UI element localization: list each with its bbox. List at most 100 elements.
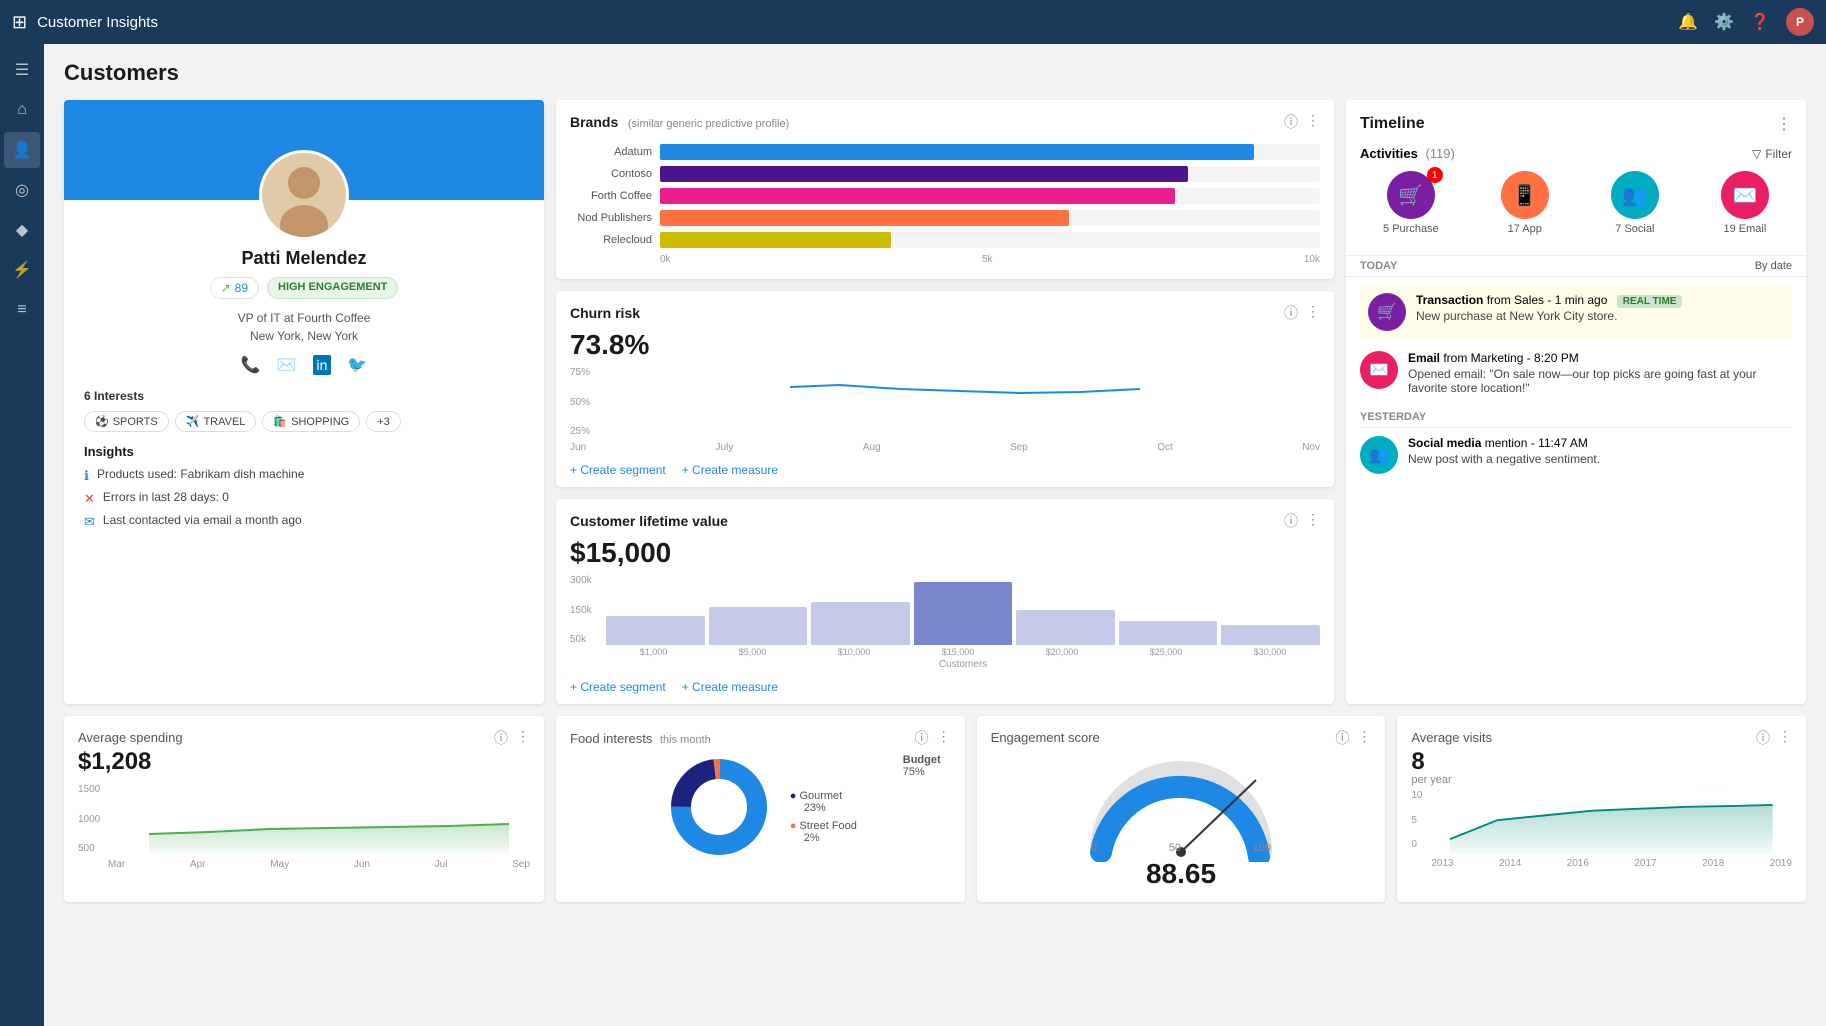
engagement-score-card: Engagement score ⓘ ⋮ — [977, 716, 1386, 902]
brands-info-icon[interactable]: ⓘ — [1284, 112, 1298, 132]
error-icon: ✕ — [84, 491, 95, 507]
interest-travel[interactable]: ✈️ TRAVEL — [175, 411, 257, 432]
bar-adatum: Adatum — [570, 144, 1320, 160]
profile-subtitle: VP of IT at Fourth Coffee New York, New … — [84, 309, 524, 345]
avg-spending-info[interactable]: ⓘ — [494, 728, 508, 748]
food-info[interactable]: ⓘ — [915, 728, 929, 748]
clv-create-segment[interactable]: + Create segment — [570, 680, 666, 694]
clv-value: $15,000 — [556, 537, 1334, 575]
bell-icon[interactable]: 🔔 — [1678, 12, 1698, 32]
sidebar-item-customers[interactable]: 👤 — [4, 132, 40, 168]
sidebar-item-intelligence[interactable]: ⚡ — [4, 252, 40, 288]
avg-spending-header: Average spending ⓘ ⋮ — [78, 728, 530, 748]
profile-content: Patti Melendez ↗ 89 HIGH ENGAGEMENT VP o… — [64, 150, 544, 552]
churn-card: Churn risk ⓘ ⋮ 73.8% 75% 50% 25% — [556, 291, 1334, 487]
sidebar-item-measures[interactable]: ◆ — [4, 212, 40, 248]
clv-y-axis: 300k 150k 50k — [570, 575, 592, 645]
avg-spending-more[interactable]: ⋮ — [516, 728, 530, 748]
churn-value: 73.8% — [556, 329, 1334, 367]
interest-more[interactable]: +3 — [366, 411, 401, 432]
clv-bar-4 — [914, 582, 1013, 645]
brands-more-icon[interactable]: ⋮ — [1306, 112, 1320, 132]
linkedin-icon[interactable]: in — [313, 355, 332, 375]
clv-bar-6 — [1119, 621, 1218, 646]
gauge-wrap: 0 50 100 88.65 — [991, 752, 1372, 890]
profile-contact-icons: 📞 ✉️ in 🐦 — [84, 355, 524, 375]
phone-icon[interactable]: 📞 — [241, 355, 261, 375]
settings-icon[interactable]: ⚙️ — [1714, 12, 1734, 32]
avg-visits-icons: ⓘ ⋮ — [1756, 728, 1792, 748]
clv-more-icon[interactable]: ⋮ — [1306, 511, 1320, 531]
activity-social[interactable]: 👥 7 Social — [1611, 171, 1659, 235]
email-circle: ✉️ — [1360, 351, 1398, 389]
interest-sports[interactable]: ⚽ SPORTS — [84, 411, 169, 432]
info-icon: ℹ — [84, 468, 89, 484]
timeline-item-email: ✉️ Email from Marketing - 8:20 PM Opened… — [1360, 351, 1792, 395]
insights-section: Insights ℹ Products used: Fabrikam dish … — [84, 444, 524, 530]
churn-more-icon[interactable]: ⋮ — [1306, 303, 1320, 323]
food-more[interactable]: ⋮ — [937, 728, 951, 748]
churn-x-labels: Jun July Aug Sep Oct Nov — [556, 440, 1334, 457]
activity-email[interactable]: ✉️ 19 Email — [1721, 171, 1769, 235]
purchase-icon: 🛒 — [1398, 183, 1423, 208]
churn-info-icon[interactable]: ⓘ — [1284, 303, 1298, 323]
sidebar-item-segments[interactable]: ◎ — [4, 172, 40, 208]
avg-visits-chart: 10 5 0 — [1411, 790, 1792, 870]
timeline-header: Timeline ⋮ — [1346, 100, 1806, 140]
middle-column: Brands (similar generic predictive profi… — [556, 100, 1334, 704]
churn-create-measure[interactable]: + Create measure — [682, 463, 778, 477]
profile-interests: 6 Interests ⚽ SPORTS ✈️ TRAVEL 🛍️ SHOPPI… — [84, 389, 524, 432]
page-title: Customers — [64, 60, 1806, 86]
food-donut-chart — [664, 752, 774, 862]
sidebar-item-admin[interactable]: ≡ — [4, 292, 40, 328]
clv-bars — [570, 575, 1320, 645]
clv-create-measure[interactable]: + Create measure — [682, 680, 778, 694]
clv-info-icon[interactable]: ⓘ — [1284, 511, 1298, 531]
timeline-card: Timeline ⋮ Activities (119) ▽ Filter — [1346, 100, 1806, 704]
profile-badges: ↗ 89 HIGH ENGAGEMENT — [84, 277, 524, 299]
avg-visits-card: Average visits ⓘ ⋮ 8 per year 10 5 0 — [1397, 716, 1806, 902]
food-donut-wrap: Budget 75% ● Gourmet 23% ● Street F — [570, 752, 951, 862]
profile-card: Patti Melendez ↗ 89 HIGH ENGAGEMENT VP o… — [64, 100, 544, 704]
nav-grid-icon[interactable]: ⊞ — [12, 12, 27, 33]
engagement-info[interactable]: ⓘ — [1335, 728, 1349, 748]
churn-actions: + Create segment + Create measure — [556, 457, 1334, 487]
churn-create-segment[interactable]: + Create segment — [570, 463, 666, 477]
timeline-more-icon[interactable]: ⋮ — [1776, 114, 1792, 134]
visits-sparkline — [1411, 790, 1792, 855]
app-icon: 📱 — [1512, 183, 1537, 208]
avg-visits-info[interactable]: ⓘ — [1756, 728, 1770, 748]
brands-header: Brands (similar generic predictive profi… — [556, 100, 1334, 138]
insight-products: ℹ Products used: Fabrikam dish machine — [84, 467, 524, 484]
clv-actions: + Create segment + Create measure — [556, 674, 1334, 704]
app-title: Customer Insights — [37, 14, 158, 31]
activity-purchase[interactable]: 🛒 1 5 Purchase — [1383, 171, 1439, 235]
sidebar-item-home[interactable]: ⌂ — [4, 92, 40, 128]
engagement-more[interactable]: ⋮ — [1357, 728, 1371, 748]
avatar[interactable]: P — [1786, 8, 1814, 36]
email-icon[interactable]: ✉️ — [277, 355, 297, 375]
activity-app[interactable]: 📱 17 App — [1501, 171, 1549, 235]
clv-header: Customer lifetime value ⓘ ⋮ — [556, 499, 1334, 537]
timeline-items: 🛒 Transaction from Sales - 1 min ago REA… — [1346, 277, 1806, 704]
social-icon-wrap: 👥 — [1360, 436, 1398, 474]
avg-visits-value: 8 — [1411, 748, 1792, 776]
filter-button[interactable]: ▽ Filter — [1752, 147, 1792, 161]
help-icon[interactable]: ❓ — [1750, 12, 1770, 32]
timeline-item-transaction: 🛒 Transaction from Sales - 1 min ago REA… — [1360, 285, 1792, 339]
sidebar-item-menu[interactable]: ☰ — [4, 52, 40, 88]
avg-spending-icons: ⓘ ⋮ — [494, 728, 530, 748]
twitter-icon[interactable]: 🐦 — [347, 355, 367, 375]
interest-shopping[interactable]: 🛍️ SHOPPING — [262, 411, 360, 432]
by-date-button[interactable]: By date — [1755, 260, 1792, 272]
brands-card: Brands (similar generic predictive profi… — [556, 100, 1334, 279]
main-grid: Patti Melendez ↗ 89 HIGH ENGAGEMENT VP o… — [64, 100, 1806, 704]
brands-card-icons: ⓘ ⋮ — [1284, 112, 1320, 132]
avg-visits-more[interactable]: ⋮ — [1778, 728, 1792, 748]
today-label: TODAY — [1360, 260, 1397, 272]
avg-visits-unit: per year — [1411, 774, 1792, 786]
clv-bar-3 — [811, 602, 910, 645]
bar-nod-publishers: Nod Publishers — [570, 210, 1320, 226]
main-layout: ☰ ⌂ 👤 ◎ ◆ ⚡ ≡ Customers — [0, 44, 1826, 1026]
activities-label-wrap: Activities (119) — [1360, 146, 1455, 161]
